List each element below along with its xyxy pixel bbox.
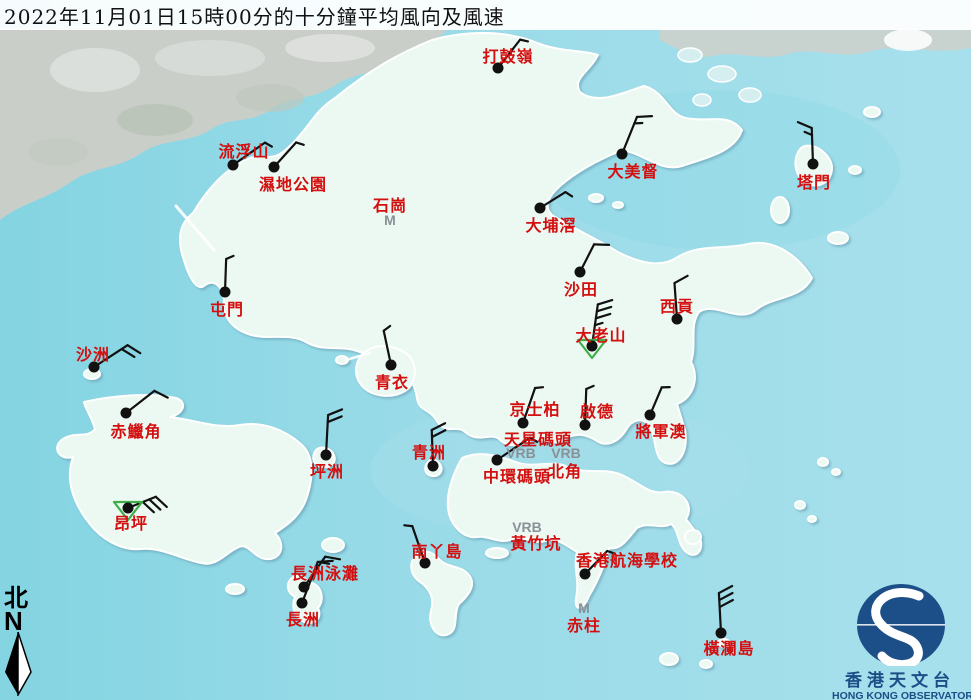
wind-barb-tsing-yi: [384, 326, 397, 371]
wind-barb-wetland-park: [269, 142, 304, 172]
wind-barb-tai-mei-tuk: [617, 116, 652, 159]
wind-barb-kings-park: [518, 387, 544, 428]
wind-barb-chek-lap-kok: [121, 391, 168, 419]
wind-barb-sai-kung: [672, 276, 688, 325]
wind-barb-tai-po-kau: [535, 192, 573, 213]
wind-barb-ngong-ping: [114, 497, 167, 520]
wind-barb-tseung-kwan-o: [645, 387, 670, 420]
north-arrow-icon: [2, 632, 36, 696]
wind-barb-kai-tak: [580, 386, 594, 431]
hko-name-english: HONG KONG OBSERVATORY: [832, 690, 968, 700]
title-bar: 2022年11月01日15時00分的十分鐘平均風向及風速: [0, 0, 971, 30]
wind-overlay: [0, 0, 971, 700]
wind-barb-ta-kwu-ling: [493, 40, 528, 74]
wind-barb-tuen-mun: [220, 256, 234, 298]
north-compass: 北 N: [2, 586, 42, 700]
wind-barb-sha-tin: [575, 244, 610, 277]
wind-barb-sha-chau: [89, 345, 141, 372]
wind-barb-hk-sea-school: [580, 551, 615, 580]
map-title: 2022年11月01日15時00分的十分鐘平均風向及風速: [0, 1, 505, 30]
hko-wind-map: 打鼓嶺流浮山濕地公園石崗M大美督塔門大埔滘沙田西貢屯門大老山沙洲青衣赤鱲角京士柏…: [0, 0, 971, 700]
north-letter-label: N: [4, 610, 42, 632]
hko-logo: 香港天文台 HONG KONG OBSERVATORY: [832, 580, 968, 700]
wind-barb-peng-chau: [321, 409, 343, 460]
wind-barb-waglan-island: [716, 586, 733, 638]
wind-barb-central-pier: [492, 438, 538, 466]
wind-barb-tap-mun: [798, 122, 819, 169]
hko-name-chinese: 香港天文台: [832, 672, 968, 690]
wind-barb-green-island: [428, 423, 446, 471]
wind-barb-tates-cairn: [578, 300, 612, 358]
wind-barb-lau-fau-shan: [228, 143, 272, 171]
wind-barb-lamma-island: [404, 525, 430, 568]
hko-logo-icon: [832, 580, 968, 666]
